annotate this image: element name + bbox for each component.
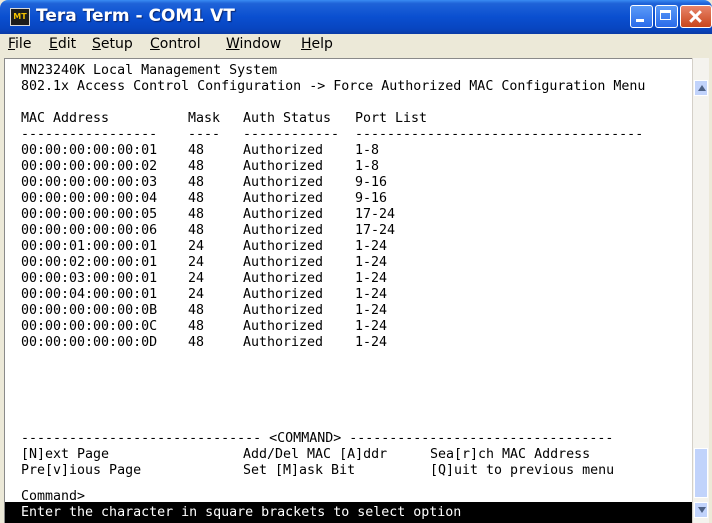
menu-setup[interactable]: Setup <box>92 36 133 52</box>
header-mask: Mask <box>188 111 221 126</box>
tera-term-app-icon[interactable]: MT <box>10 8 30 26</box>
auth-status-cell: Authorized <box>243 207 324 222</box>
menu-breadcrumb: 802.1x Access Control Configuration -> F… <box>21 79 646 94</box>
window-title: Tera Term - COM1 VT <box>36 6 235 26</box>
mac-address-cell: 00:00:01:00:00:01 <box>21 239 158 254</box>
menu-bar: File Edit Setup Control Window Help <box>4 34 708 54</box>
next-page-option: [N]ext Page <box>21 447 110 462</box>
mask-cell: 48 <box>188 175 205 190</box>
header-rule-mask: ---- <box>188 127 221 142</box>
mac-address-cell: 00:00:00:00:00:01 <box>21 143 158 158</box>
auth-status-cell: Authorized <box>243 335 324 350</box>
terminal-screen[interactable]: MN23240K Local Management System 802.1x … <box>4 58 692 523</box>
close-icon[interactable] <box>680 5 712 28</box>
maximize-icon[interactable] <box>655 5 678 28</box>
header-mac-address: MAC Address <box>21 111 110 126</box>
port-list-cell: 1-24 <box>355 255 388 270</box>
port-list-cell: 9-16 <box>355 191 388 206</box>
mask-cell: 48 <box>188 223 205 238</box>
port-list-cell: 17-24 <box>355 207 396 222</box>
mask-cell: 24 <box>188 239 205 254</box>
mask-cell: 48 <box>188 191 205 206</box>
port-list-cell: 1-24 <box>355 287 388 302</box>
port-list-cell: 17-24 <box>355 223 396 238</box>
header-rule-ports: ------------------------------------ <box>355 127 644 142</box>
mask-cell: 48 <box>188 207 205 222</box>
mask-cell: 24 <box>188 271 205 286</box>
header-rule-status: ------------ <box>243 127 340 142</box>
auth-status-cell: Authorized <box>243 255 324 270</box>
mask-cell: 24 <box>188 255 205 270</box>
mac-address-cell: 00:00:02:00:00:01 <box>21 255 158 270</box>
add-del-mac-option: Add/Del MAC [A]ddr <box>243 447 388 462</box>
scrollbar-thumb[interactable] <box>694 448 708 498</box>
mask-cell: 48 <box>188 303 205 318</box>
port-list-cell: 9-16 <box>355 175 388 190</box>
auth-status-cell: Authorized <box>243 303 324 318</box>
minimize-icon[interactable] <box>630 5 653 28</box>
header-rule-mac: ----------------- <box>21 127 158 142</box>
mac-address-cell: 00:00:00:00:00:0B <box>21 303 158 318</box>
mac-address-cell: 00:00:00:00:00:03 <box>21 175 158 190</box>
port-list-cell: 1-24 <box>355 319 388 334</box>
previous-page-option: Pre[v]ious Page <box>21 463 142 478</box>
mask-cell: 48 <box>188 319 205 334</box>
tera-term-window: MT Tera Term - COM1 VT File Edit Setup C… <box>0 0 712 523</box>
mac-address-cell: 00:00:00:00:00:0D <box>21 335 158 350</box>
port-list-cell: 1-24 <box>355 335 388 350</box>
auth-status-cell: Authorized <box>243 223 324 238</box>
menu-edit[interactable]: Edit <box>49 36 76 52</box>
mac-address-cell: 00:00:00:00:00:05 <box>21 207 158 222</box>
auth-status-cell: Authorized <box>243 319 324 334</box>
mask-cell: 48 <box>188 143 205 158</box>
auth-status-cell: Authorized <box>243 191 324 206</box>
mac-address-cell: 00:00:00:00:00:02 <box>21 159 158 174</box>
auth-status-cell: Authorized <box>243 287 324 302</box>
mac-address-cell: 00:00:04:00:00:01 <box>21 287 158 302</box>
scroll-up-arrow-icon[interactable] <box>694 80 708 96</box>
mask-cell: 48 <box>188 159 205 174</box>
menu-file[interactable]: File <box>8 36 31 52</box>
mac-address-cell: 00:00:00:00:00:0C <box>21 319 158 334</box>
status-line: Enter the character in square brackets t… <box>5 502 692 523</box>
set-mask-bit-option: Set [M]ask Bit <box>243 463 356 478</box>
auth-status-cell: Authorized <box>243 143 324 158</box>
port-list-cell: 1-24 <box>355 271 388 286</box>
vertical-scrollbar[interactable] <box>692 58 709 523</box>
mask-cell: 48 <box>188 335 205 350</box>
system-title: MN23240K Local Management System <box>21 63 278 78</box>
title-bar[interactable]: MT Tera Term - COM1 VT <box>0 0 712 34</box>
mac-address-cell: 00:00:00:00:00:06 <box>21 223 158 238</box>
mac-address-cell: 00:00:00:00:00:04 <box>21 191 158 206</box>
scroll-down-arrow-icon[interactable] <box>694 502 708 518</box>
port-list-cell: 1-8 <box>355 159 380 174</box>
command-divider: ------------------------------ <COMMAND>… <box>21 431 614 446</box>
auth-status-cell: Authorized <box>243 159 324 174</box>
mac-address-cell: 00:00:03:00:00:01 <box>21 271 158 286</box>
quit-option: [Q]uit to previous menu <box>430 463 615 478</box>
menu-window[interactable]: Window <box>226 36 281 52</box>
port-list-cell: 1-24 <box>355 303 388 318</box>
status-text: Enter the character in square brackets t… <box>21 505 462 520</box>
port-list-cell: 1-24 <box>355 239 388 254</box>
header-port-list: Port List <box>355 111 428 126</box>
auth-status-cell: Authorized <box>243 239 324 254</box>
menu-help[interactable]: Help <box>301 36 333 52</box>
auth-status-cell: Authorized <box>243 175 324 190</box>
port-list-cell: 1-8 <box>355 143 380 158</box>
search-mac-option: Sea[r]ch MAC Address <box>430 447 591 462</box>
auth-status-cell: Authorized <box>243 271 324 286</box>
mask-cell: 24 <box>188 287 205 302</box>
header-auth-status: Auth Status <box>243 111 332 126</box>
menu-control[interactable]: Control <box>150 36 201 52</box>
